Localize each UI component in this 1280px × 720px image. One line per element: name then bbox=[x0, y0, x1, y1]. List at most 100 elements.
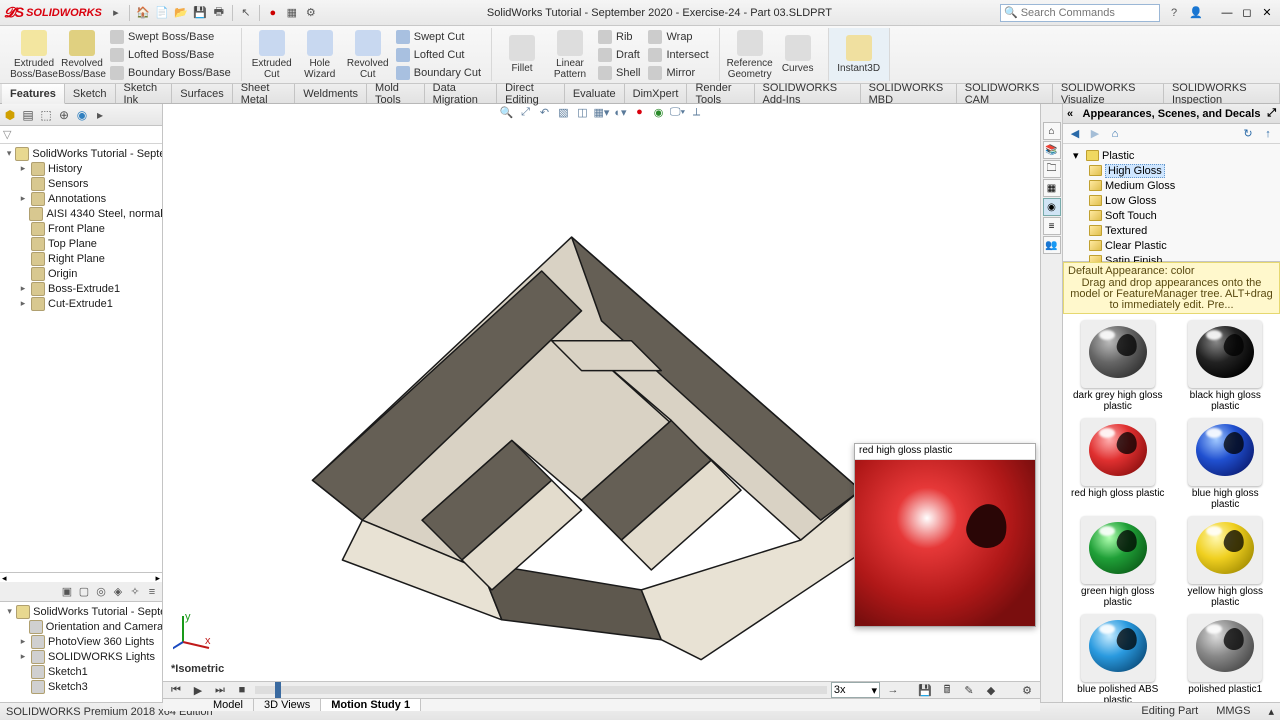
tree-item[interactable]: Top Plane bbox=[0, 236, 162, 251]
tasktab-resources-icon[interactable]: ⌂ bbox=[1043, 122, 1061, 140]
new-icon[interactable]: 📄 bbox=[154, 5, 170, 21]
fm-tab-dimxpert-icon[interactable]: ⊕ bbox=[56, 107, 72, 123]
bottom-tab[interactable]: Motion Study 1 bbox=[321, 699, 421, 711]
extruded-cut-button[interactable]: Extruded Cut bbox=[248, 28, 296, 82]
select-icon[interactable]: ↖ bbox=[238, 5, 254, 21]
view-orient-icon[interactable]: ◫ bbox=[575, 104, 591, 120]
cm-tab-solidworks-cam[interactable]: SOLIDWORKS CAM bbox=[957, 84, 1053, 103]
cm-tab-render-tools[interactable]: Render Tools bbox=[687, 84, 754, 103]
appearance-swatch[interactable]: blue polished ABS plastic bbox=[1069, 614, 1167, 702]
nav-back-icon[interactable]: ◀ bbox=[1067, 126, 1083, 142]
hole-wizard-button[interactable]: Hole Wizard bbox=[296, 28, 344, 82]
open-icon[interactable]: 📂 bbox=[173, 5, 189, 21]
fm-tab-config-icon[interactable]: ⬚ bbox=[38, 107, 54, 123]
dm-item[interactable]: Orientation and Camera Views bbox=[0, 619, 162, 634]
tasktab-design-lib-icon[interactable]: 📚 bbox=[1043, 141, 1061, 159]
intersect-button[interactable]: Intersect bbox=[644, 46, 712, 63]
fm-tab-more-icon[interactable]: ▸ bbox=[92, 107, 108, 123]
prev-view-icon[interactable]: ↶ bbox=[537, 104, 553, 120]
tree-item[interactable]: ▸History bbox=[0, 161, 162, 176]
settings-icon[interactable]: ⚙ bbox=[303, 5, 319, 21]
appearance-swatch[interactable]: red high gloss plastic bbox=[1069, 418, 1167, 510]
swept-boss-button[interactable]: Swept Boss/Base bbox=[106, 28, 235, 45]
revolved-cut-button[interactable]: Revolved Cut bbox=[344, 28, 392, 82]
boundary-cut-button[interactable]: Boundary Cut bbox=[392, 64, 485, 81]
motion-play-icon[interactable]: ▶ bbox=[189, 682, 207, 698]
curves-button[interactable]: Curves bbox=[774, 33, 822, 76]
appearance-category[interactable]: Low Gloss bbox=[1067, 193, 1276, 208]
swept-cut-button[interactable]: Swept Cut bbox=[392, 28, 485, 45]
print-icon[interactable]: 🖶 bbox=[211, 5, 227, 21]
motion-pv-icon[interactable]: ◆ bbox=[982, 682, 1000, 698]
hide-show-icon[interactable]: ◐▾ bbox=[613, 104, 629, 120]
dm-camera-icon[interactable]: ◎ bbox=[93, 584, 109, 600]
revolved-boss-button[interactable]: Revolved Boss/Base bbox=[58, 28, 106, 82]
reference-geometry-button[interactable]: Reference Geometry bbox=[726, 28, 774, 82]
appearance-swatch[interactable]: blue high gloss plastic bbox=[1177, 418, 1275, 510]
cm-tab-evaluate[interactable]: Evaluate bbox=[565, 84, 625, 103]
fillet-button[interactable]: Fillet bbox=[498, 33, 546, 76]
tree-item[interactable]: Sensors bbox=[0, 176, 162, 191]
shell-button[interactable]: Shell bbox=[594, 64, 644, 81]
section-view-icon[interactable]: ▧ bbox=[556, 104, 572, 120]
lofted-boss-button[interactable]: Lofted Boss/Base bbox=[106, 46, 235, 63]
motion-next-icon[interactable]: → bbox=[884, 682, 902, 698]
display-style-icon[interactable]: ▦▾ bbox=[594, 104, 610, 120]
motion-settings-icon[interactable]: ⚙ bbox=[1018, 682, 1036, 698]
appearance-swatch[interactable]: yellow high gloss plastic bbox=[1177, 516, 1275, 608]
dm-walk-icon[interactable]: ✧ bbox=[127, 584, 143, 600]
status-units[interactable]: MMGS bbox=[1216, 705, 1250, 718]
dm-root[interactable]: ▾SolidWorks Tutorial - September 202 bbox=[0, 604, 162, 619]
graphics-area[interactable]: 🔍 ⤢ ↶ ▧ ◫ ▦▾ ◐▾ ● ◉ 🖵▾ ⟂ bbox=[163, 104, 1040, 702]
cm-tab-solidworks-inspection[interactable]: SOLIDWORKS Inspection bbox=[1164, 84, 1280, 103]
nav-fwd-icon[interactable]: ▶ bbox=[1087, 126, 1103, 142]
view-settings-icon[interactable]: 🖵▾ bbox=[670, 104, 686, 120]
tasktab-appearances-icon[interactable]: ◉ bbox=[1043, 198, 1061, 216]
dm-item[interactable]: Sketch1 bbox=[0, 664, 162, 679]
zoom-fit-icon[interactable]: 🔍 bbox=[499, 104, 515, 120]
tree-root[interactable]: ▾SolidWorks Tutorial - September 2020 - … bbox=[0, 146, 162, 161]
cm-tab-dimxpert[interactable]: DimXpert bbox=[625, 84, 688, 103]
motion-calc-icon[interactable]: 🖩 bbox=[938, 682, 956, 698]
search-input[interactable] bbox=[1021, 7, 1156, 19]
appearance-category[interactable]: Textured bbox=[1067, 223, 1276, 238]
help-icon[interactable]: ? bbox=[1166, 5, 1182, 21]
cm-tab-solidworks-add-ins[interactable]: SOLIDWORKS Add-Ins bbox=[755, 84, 861, 103]
cm-tab-data-migration[interactable]: Data Migration bbox=[425, 84, 497, 103]
view-triad[interactable]: yx bbox=[173, 612, 213, 655]
bottom-tab[interactable]: 3D Views bbox=[254, 699, 321, 711]
options-icon[interactable]: ▦ bbox=[284, 5, 300, 21]
cm-tab-surfaces[interactable]: Surfaces bbox=[172, 84, 232, 103]
appearance-swatch[interactable]: polished plastic1 bbox=[1177, 614, 1275, 702]
rib-button[interactable]: Rib bbox=[594, 28, 644, 45]
tasktab-forum-icon[interactable]: 👥 bbox=[1043, 236, 1061, 254]
dm-light1-icon[interactable]: ▢ bbox=[76, 584, 92, 600]
tree-item[interactable]: ▸Cut-Extrude1 bbox=[0, 296, 162, 311]
bottom-tab[interactable]: Model bbox=[203, 699, 254, 711]
apply-scene-icon[interactable]: ◉ bbox=[651, 104, 667, 120]
category-plastic[interactable]: ▾Plastic bbox=[1067, 148, 1276, 163]
cm-tab-solidworks-mbd[interactable]: SOLIDWORKS MBD bbox=[861, 84, 957, 103]
pin-panel-icon[interactable]: ⤢ bbox=[1267, 107, 1276, 120]
draft-button[interactable]: Draft bbox=[594, 46, 644, 63]
tasktab-custom-props-icon[interactable]: ≡ bbox=[1043, 217, 1061, 235]
dm-scene-icon[interactable]: ▣ bbox=[59, 584, 75, 600]
collapse-panel-icon[interactable]: « bbox=[1067, 108, 1073, 120]
zoom-area-icon[interactable]: ⤢ bbox=[518, 104, 534, 120]
cm-tab-solidworks-visualize[interactable]: SOLIDWORKS Visualize bbox=[1053, 84, 1164, 103]
cm-tab-direct-editing[interactable]: Direct Editing bbox=[497, 84, 565, 103]
boundary-boss-button[interactable]: Boundary Boss/Base bbox=[106, 64, 235, 81]
cm-tab-weldments[interactable]: Weldments bbox=[295, 84, 367, 103]
motion-end-icon[interactable]: ⏭ bbox=[211, 682, 229, 698]
dm-item[interactable]: Sketch3 bbox=[0, 679, 162, 694]
tree-item[interactable]: AISI 4340 Steel, normalized bbox=[0, 206, 162, 221]
motion-stop-icon[interactable]: ■ bbox=[233, 682, 251, 698]
dm-item[interactable]: ▸PhotoView 360 Lights bbox=[0, 634, 162, 649]
motion-start-icon[interactable]: ⏮ bbox=[167, 682, 185, 698]
appearance-category[interactable]: High Gloss bbox=[1067, 163, 1276, 178]
mirror-button[interactable]: Mirror bbox=[644, 64, 712, 81]
search-commands-box[interactable]: 🔍 bbox=[1000, 4, 1160, 22]
appearance-category[interactable]: Soft Touch bbox=[1067, 208, 1276, 223]
motion-save-icon[interactable]: 💾 bbox=[916, 682, 934, 698]
cm-tab-sketch-ink[interactable]: Sketch Ink bbox=[116, 84, 173, 103]
